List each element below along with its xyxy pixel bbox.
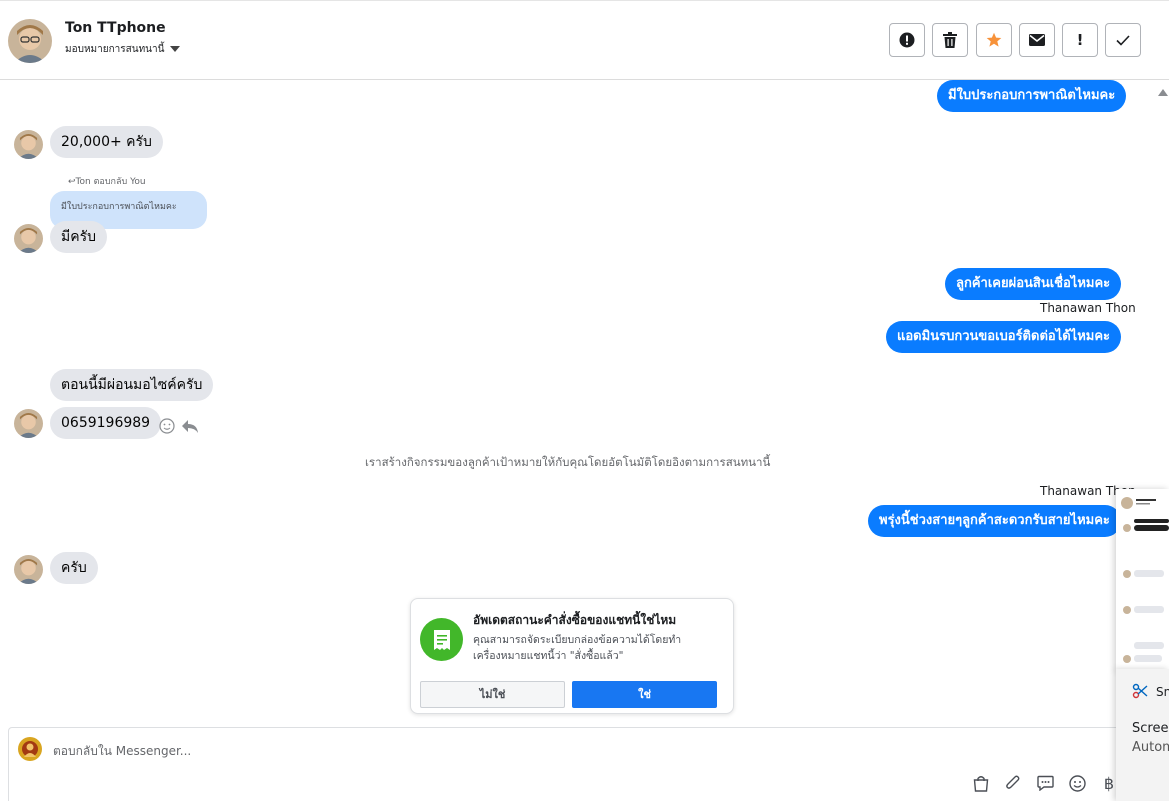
delete-button[interactable]: [932, 23, 968, 57]
incoming-message: 20,000+ ครับ: [50, 126, 163, 158]
scroll-up-arrow-icon[interactable]: [1158, 89, 1168, 96]
saved-reply-icon[interactable]: [1035, 773, 1055, 793]
paperclip-icon[interactable]: [1003, 773, 1023, 793]
shopping-bag-icon[interactable]: [971, 773, 991, 793]
incoming-message: ตอนนี้มีผ่อนมอไซค์ครับ: [50, 369, 214, 401]
snip-message-body: Autom: [1132, 740, 1169, 755]
prompt-body: คุณสามารถจัดระเบียบกล่องข้อความได้โดยทำเ…: [473, 634, 682, 662]
order-status-prompt: อัพเดตสถานะคำสั่งซื้อของแชทนี้ใช่ไหม คุณ…: [410, 598, 734, 714]
message-actions: [159, 418, 199, 434]
composer-toolbar: ฿: [971, 773, 1119, 793]
sender-name: Thanawan Thon: [1040, 301, 1136, 315]
reply-indicator: ↩Ton ตอบกลับ You: [68, 177, 146, 187]
mark-done-button[interactable]: [1105, 23, 1141, 57]
message-composer: ตอบกลับใน Messenger... ฿: [8, 727, 1128, 801]
snipping-tool-icon: [1132, 683, 1148, 699]
caret-down-icon: [170, 46, 181, 52]
yes-button[interactable]: ใช่: [572, 681, 717, 708]
message-scrollbar[interactable]: [1153, 82, 1169, 502]
conversation-header: Ton TTphone มอบหมายการสนทนานี้ !: [0, 0, 1169, 80]
reply-icon[interactable]: [181, 418, 199, 434]
emoji-icon[interactable]: [1067, 773, 1087, 793]
trash-icon: [943, 32, 957, 48]
no-button[interactable]: ไม่ใช่: [420, 681, 565, 708]
outgoing-message: มีใบประกอบการพาณิตไหมคะ: [937, 80, 1127, 112]
incoming-message: ครับ: [50, 552, 98, 584]
contact-avatar[interactable]: [8, 19, 52, 63]
snip-app-name: Sn: [1156, 685, 1169, 699]
incoming-message: มีครับ: [50, 221, 107, 253]
page-avatar: [18, 737, 42, 761]
contact-avatar-small: [14, 224, 43, 253]
follow-up-button[interactable]: !: [1062, 23, 1098, 57]
outgoing-message: ลูกค้าเคยผ่อนสินเชื่อไหมคะ: [945, 268, 1122, 300]
reply-arrow-icon: ↩: [68, 177, 76, 187]
mark-unread-button[interactable]: [1019, 23, 1055, 57]
incoming-message: 0659196989: [50, 407, 162, 439]
envelope-icon: [1029, 34, 1045, 46]
star-icon: [986, 32, 1002, 47]
assign-label: มอบหมายการสนทนานี้: [65, 44, 165, 55]
prompt-title: อัพเดตสถานะคำสั่งซื้อของแชทนี้ใช่ไหม: [473, 613, 677, 627]
check-icon: [1116, 34, 1130, 46]
star-button[interactable]: [976, 23, 1012, 57]
reply-input[interactable]: ตอบกลับใน Messenger...: [53, 742, 191, 761]
mark-spam-button[interactable]: [889, 23, 925, 57]
exclamation-icon: !: [1076, 31, 1084, 49]
assign-conversation-dropdown[interactable]: มอบหมายการสนทนานี้: [65, 42, 181, 57]
emoji-react-icon[interactable]: [159, 418, 175, 434]
outgoing-message: พรุ่งนี้ช่วงสายๆลูกค้าสะดวกรับสายไหมคะ: [868, 505, 1121, 537]
system-note: เราสร้างกิจกรรมของลูกค้าเป้าหมายให้กับคุ…: [365, 455, 771, 469]
contact-avatar-small: [14, 130, 43, 159]
contact-avatar-small: [14, 555, 43, 584]
alert-circle-icon: [899, 32, 915, 48]
outgoing-message: แอดมินรบกวนขอเบอร์ติดต่อได้ไหมคะ: [886, 321, 1122, 353]
contact-avatar-small: [14, 409, 43, 438]
snip-message-title: Screen: [1132, 721, 1169, 736]
contact-name: Ton TTphone: [65, 20, 166, 36]
snipping-tool-notification[interactable]: Sn Screen Autom: [1116, 669, 1169, 801]
receipt-icon: [420, 618, 463, 661]
screenshot-thumbnail[interactable]: [1116, 489, 1169, 671]
